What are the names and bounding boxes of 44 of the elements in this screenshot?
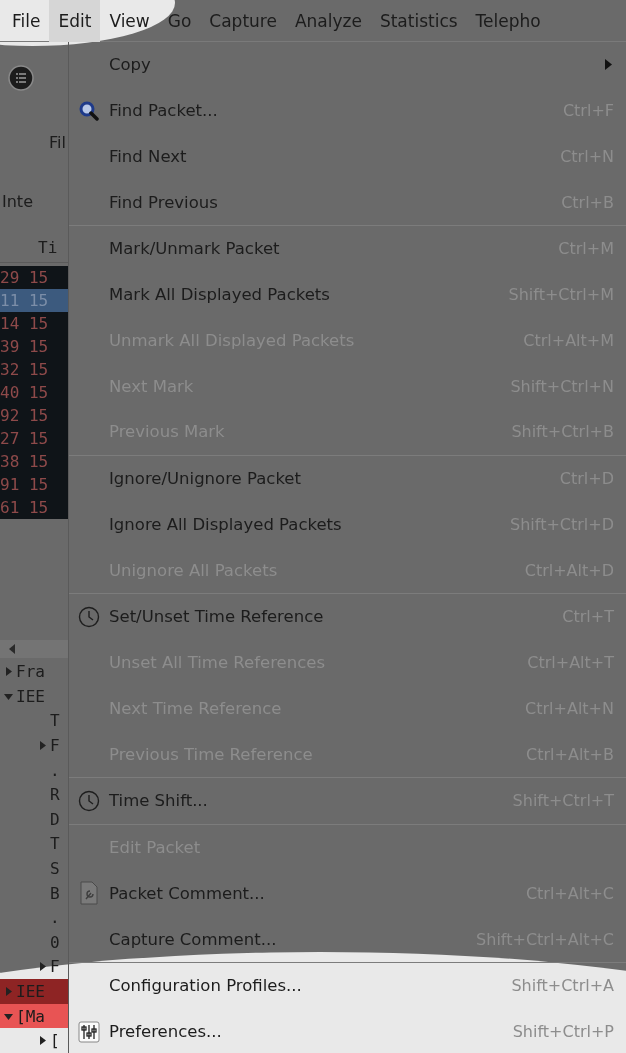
menu-bar-item[interactable]: Capture — [200, 0, 286, 42]
packet-row[interactable]: 29 15 — [0, 266, 68, 289]
column-header[interactable]: Ti — [0, 232, 68, 263]
packet-row[interactable]: 14 15 — [0, 312, 68, 335]
tree-item-text: [Ma — [16, 1006, 45, 1026]
interface-label: Inte — [2, 191, 33, 211]
shortcut-text: Shift+Ctrl+P — [512, 1022, 614, 1042]
tree-item-text: S — [50, 859, 60, 879]
tree-item-text: . — [50, 908, 60, 928]
packet-row[interactable]: 92 15 — [0, 404, 68, 427]
menu-item[interactable]: Preferences... Shift+Ctrl+P — [69, 1008, 626, 1053]
menu-bar-item[interactable]: Statistics — [370, 0, 467, 42]
menu-bar-item[interactable]: File — [3, 0, 50, 42]
packet-row[interactable]: 27 15 — [0, 427, 68, 450]
tree-item-text: F — [50, 736, 60, 756]
tree-item-text: 0 — [50, 932, 60, 952]
tree-item-text: [ — [50, 1031, 60, 1051]
tree-item-text: B — [50, 883, 60, 903]
menu-bar-item[interactable]: Go — [158, 0, 201, 42]
packet-row[interactable]: 11 15 — [0, 289, 68, 312]
shortcut-text: Shift+Ctrl+A — [511, 976, 614, 996]
menu-bar-item[interactable]: View — [100, 0, 159, 42]
packet-row[interactable]: 91 15 — [0, 473, 68, 496]
tree-item-text: IEE — [16, 982, 45, 1001]
packet-row[interactable]: 38 15 — [0, 450, 68, 473]
menu-bar-item[interactable]: Edit — [49, 0, 101, 42]
packet-row[interactable]: 32 15 — [0, 358, 68, 381]
tree-item-text: IEE — [16, 686, 45, 706]
tree-item-text: D — [50, 809, 60, 829]
packet-row[interactable]: 40 15 — [0, 381, 68, 404]
packet-row[interactable]: 61 15 — [0, 496, 68, 519]
tree-item-text: Fra — [16, 662, 45, 682]
menu-item[interactable]: Configuration Profiles... Shift+Ctrl+A — [69, 963, 626, 1009]
tree-item-text: T — [50, 834, 60, 854]
tree-item-text: R — [50, 785, 60, 805]
menu-bar-item[interactable]: Analyze — [285, 0, 371, 42]
menu-bar-item[interactable]: Telepho — [466, 0, 550, 42]
highlighted-tree-row[interactable]: IEE — [0, 979, 68, 1004]
tree-item-text: . — [50, 760, 60, 780]
packet-row[interactable]: 39 15 — [0, 335, 68, 358]
highlighted-tree-row[interactable]: [Ma — [0, 1003, 68, 1029]
tree-item-text: T — [50, 711, 60, 731]
menu-item[interactable]: Copy — [69, 42, 626, 88]
filter-label: Fil — [49, 132, 66, 152]
